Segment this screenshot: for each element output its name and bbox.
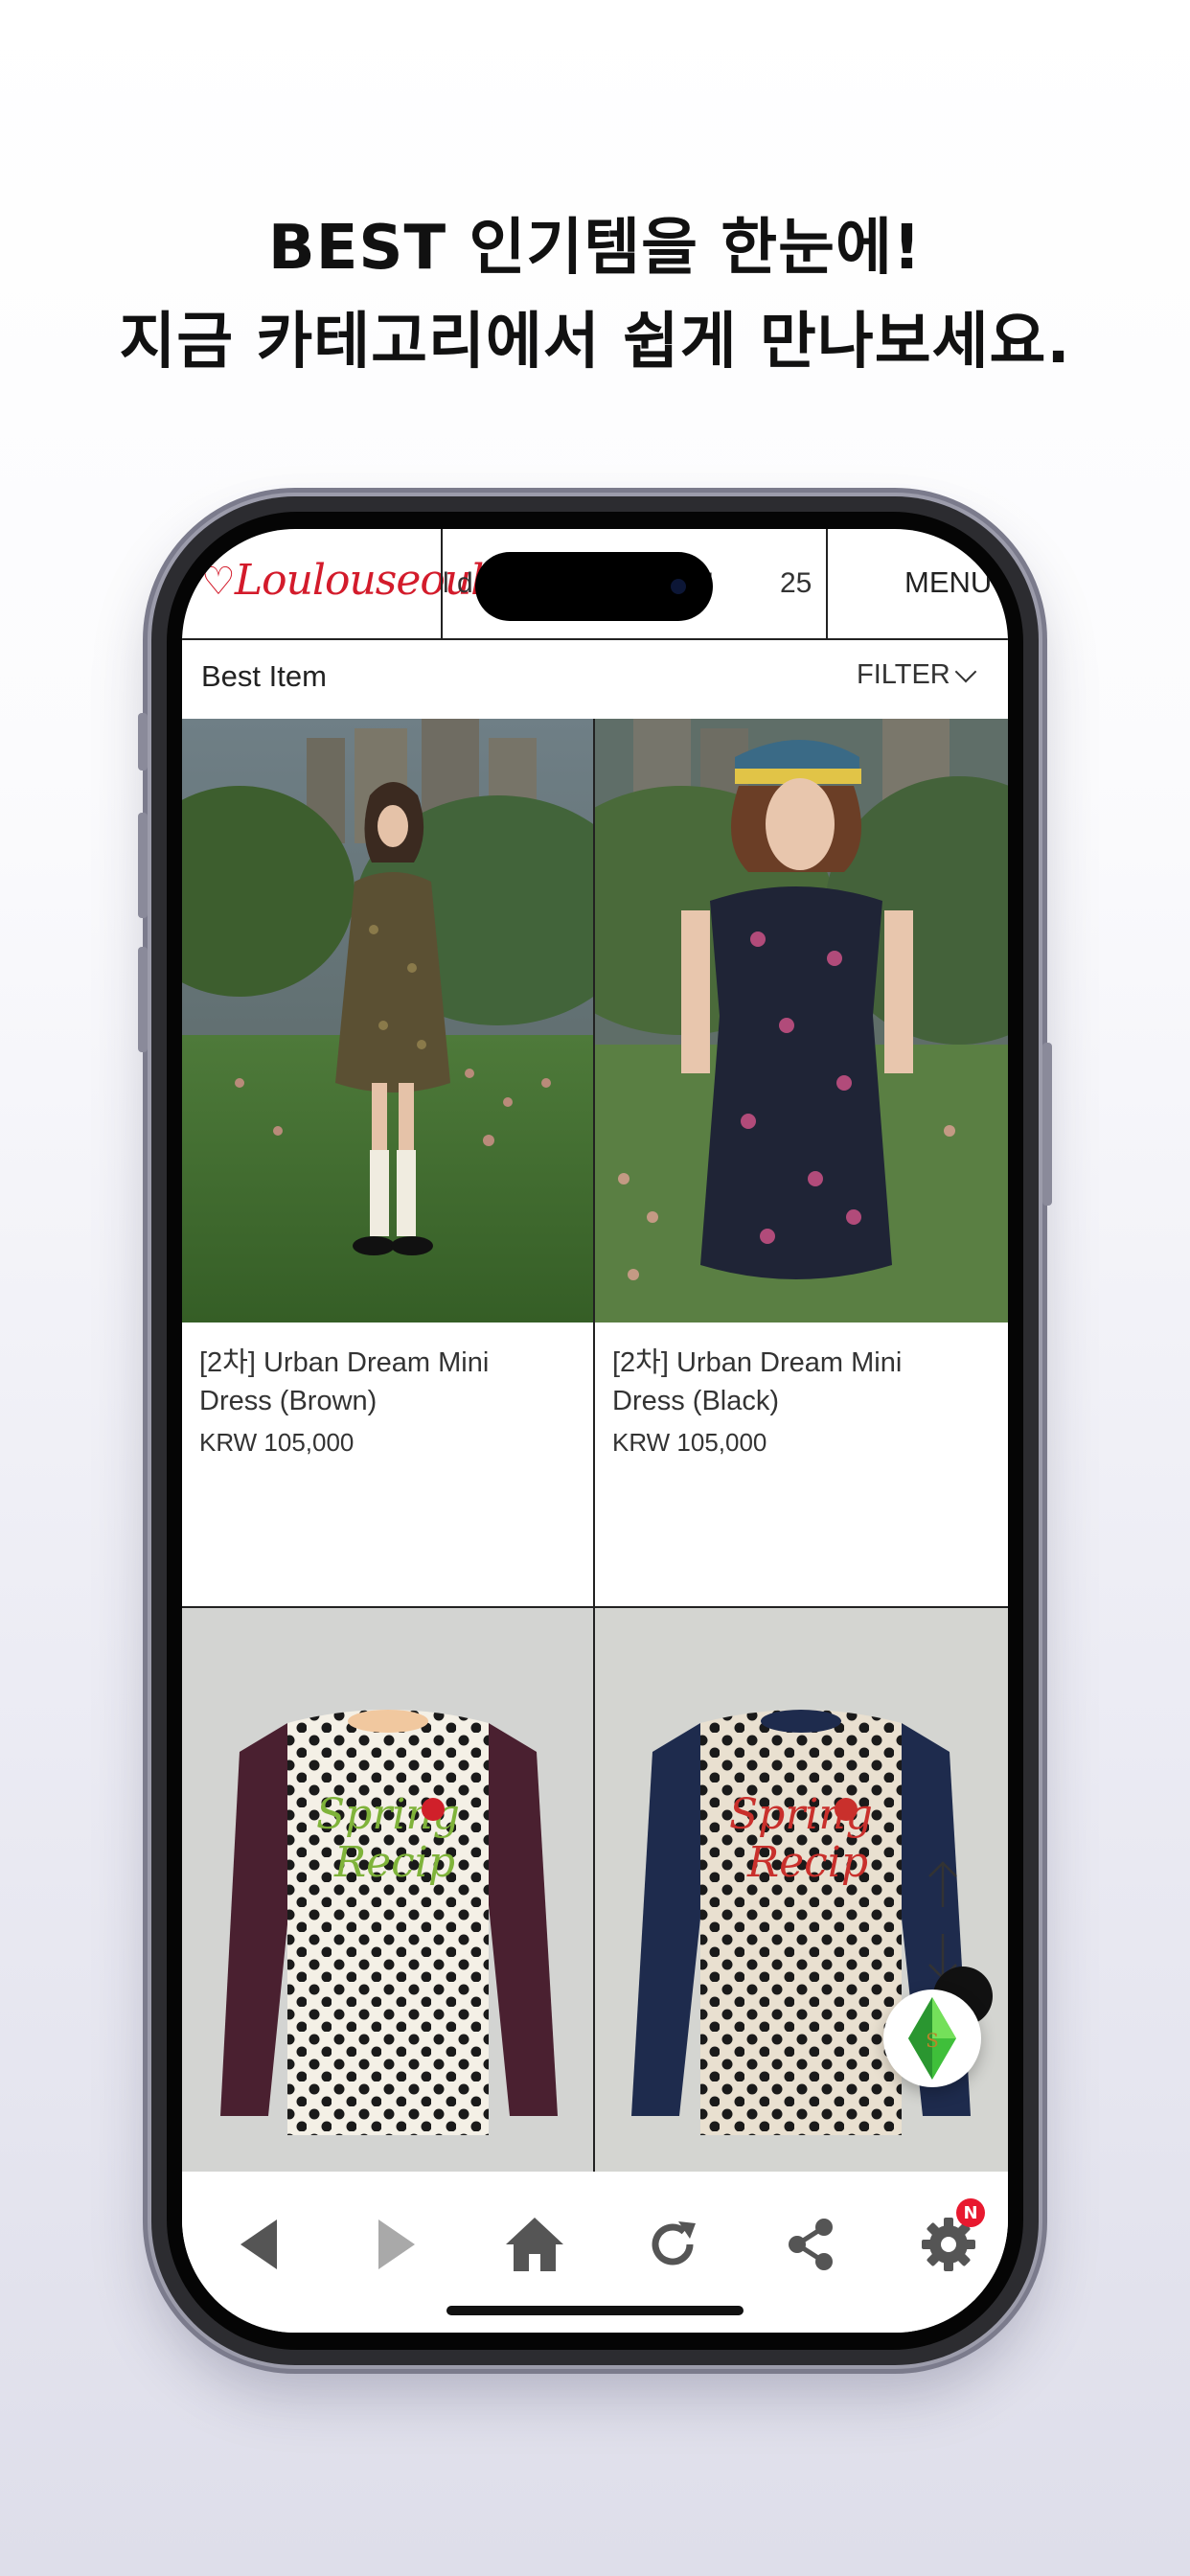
section-header: Best Item FILTER (182, 638, 1008, 721)
share-icon (789, 2219, 833, 2270)
power-button (1042, 1043, 1052, 1206)
section-title: Best Item (201, 659, 327, 693)
product-image[interactable] (182, 719, 593, 1322)
forward-icon (378, 2220, 415, 2269)
headline-line-2: 지금 카테고리에서 쉽게 만나보세요. (119, 307, 1071, 378)
phone-frame: ♡Loulouseoul l d M! 25 MENU Best Item FI… (138, 496, 1052, 2365)
svg-text:Recip: Recip (746, 1838, 868, 1887)
headline-line-1: BEST 인기템을 한눈에! (267, 213, 923, 284)
product-image[interactable]: Spring Recip (182, 1608, 593, 2172)
product-card[interactable]: [2차] Urban Dream Mini Dress (Brown) KRW … (182, 719, 593, 1606)
volume-down-button (138, 947, 148, 1052)
product-price: KRW 105,000 (199, 1428, 355, 1457)
plumbob-icon: S (908, 1997, 956, 2080)
menu-button[interactable]: MENU (904, 565, 992, 600)
svg-text:S: S (926, 2029, 939, 2052)
volume-up-button (138, 813, 148, 918)
settings-button[interactable]: N (910, 2198, 987, 2283)
product-card[interactable]: Spring Recip (182, 1608, 593, 2172)
scroll-arrows[interactable] (924, 1859, 962, 1984)
home-indicator[interactable] (446, 2306, 744, 2315)
product-info: [2차] Urban Dream Mini Dress (Brown) KRW … (199, 1344, 583, 1458)
product-card[interactable]: [2차] Urban Dream Mini Dress (Black) KRW … (595, 719, 1008, 1606)
product-price: KRW 105,000 (612, 1428, 767, 1457)
refresh-icon (652, 2221, 696, 2266)
plumbob-fab[interactable]: S (883, 1990, 981, 2087)
home-icon (506, 2218, 563, 2271)
forward-button[interactable] (358, 2206, 435, 2283)
filter-button[interactable]: FILTER (857, 659, 977, 691)
refresh-button[interactable] (634, 2206, 711, 2283)
promo-headline: BEST 인기템을 한눈에! 지금 카테고리에서 쉽게 만나보세요. (0, 201, 1190, 389)
silent-switch (138, 713, 148, 770)
svg-text:Recip: Recip (333, 1838, 455, 1887)
share-button[interactable] (772, 2206, 849, 2283)
app-screen: ♡Loulouseoul l d M! 25 MENU Best Item FI… (182, 529, 1008, 2333)
notification-badge: N (956, 2198, 985, 2227)
browser-bottom-nav: N (182, 2172, 1008, 2333)
dynamic-island (475, 552, 713, 621)
product-name[interactable]: [2차] Urban Dream Mini Dress (Black) (612, 1344, 995, 1420)
product-info: [2차] Urban Dream Mini Dress (Black) KRW … (612, 1344, 995, 1458)
heart-icon: ♡ (201, 560, 236, 604)
home-button[interactable] (496, 2206, 573, 2283)
scroll-up-icon (928, 1861, 957, 1907)
chevron-down-icon (954, 660, 977, 683)
back-icon (240, 2220, 277, 2269)
product-name[interactable]: [2차] Urban Dream Mini Dress (Brown) (199, 1344, 583, 1420)
back-button[interactable] (220, 2206, 297, 2283)
product-image[interactable] (595, 719, 1008, 1322)
